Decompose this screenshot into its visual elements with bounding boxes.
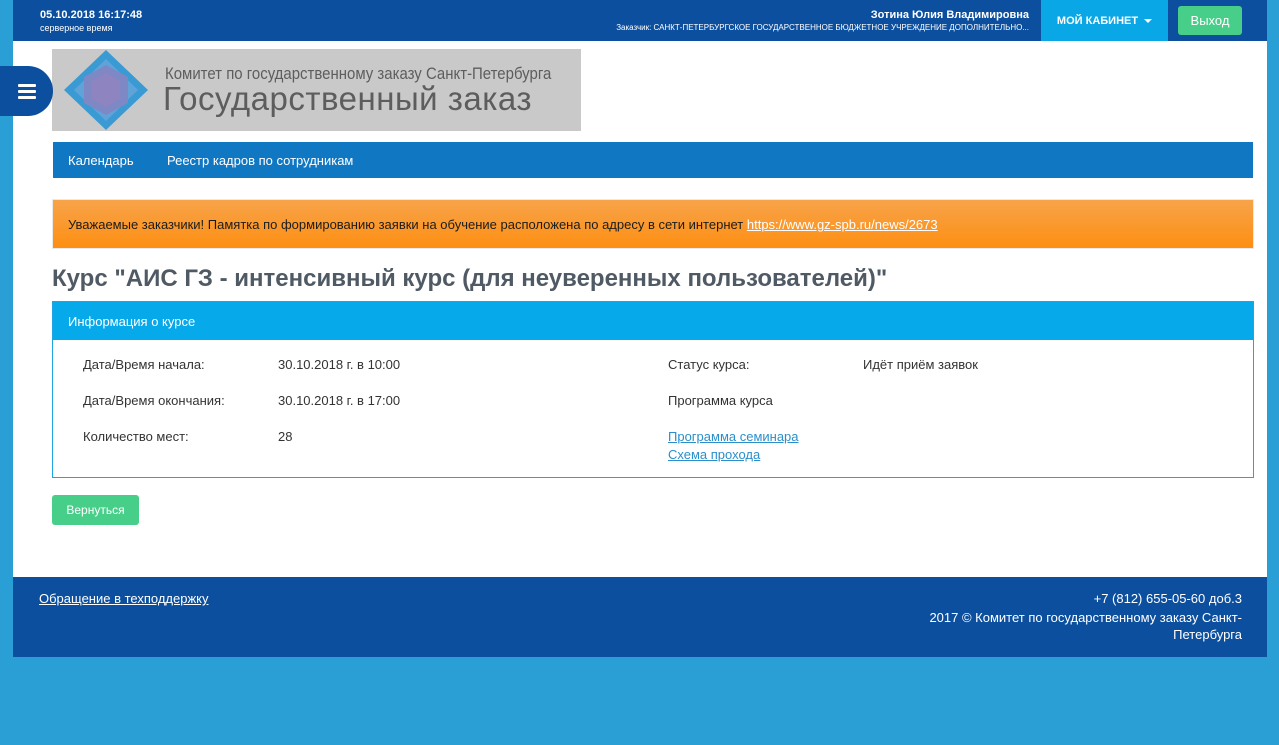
panel-heading-text: Информация о курсе <box>68 314 196 329</box>
alert-link[interactable]: https://www.gz-spb.ru/news/2673 <box>747 217 938 232</box>
status-value: Идёт приём заявок <box>863 357 978 372</box>
panel-heading: Информация о курсе <box>53 302 1253 340</box>
server-time-label: серверное время <box>40 23 113 33</box>
my-cabinet-label: МОЙ КАБИНЕТ <box>1056 14 1139 27</box>
page: 05.10.2018 16:17:48 серверное время Зоти… <box>13 0 1267 657</box>
server-datetime: 05.10.2018 16:17:48 <box>40 9 143 21</box>
customer-name: Заказчик: САНКТ-ПЕТЕРБУРГСКОЕ ГОСУДАРСТВ… <box>616 23 1029 32</box>
seminar-program-link[interactable]: Программа семинара <box>668 429 799 444</box>
start-label: Дата/Время начала: <box>83 357 205 372</box>
hexagon-logo-icon <box>64 50 148 130</box>
caret-down-icon <box>1144 18 1153 23</box>
notice-alert: Уважаемые заказчики! Памятка по формиров… <box>52 199 1254 249</box>
program-label: Программа курса <box>668 393 773 408</box>
hamburger-icon <box>17 81 36 102</box>
nav-item-staff-registry[interactable]: Реестр кадров по сотрудникам <box>167 153 353 168</box>
user-name: Зотина Юлия Владимировна <box>870 9 1029 21</box>
back-button[interactable]: Вернуться <box>52 495 139 525</box>
nav-item-calendar[interactable]: Календарь <box>68 153 134 168</box>
logo-line-2: Государственный заказ <box>163 80 533 117</box>
footer-copyright: 2017 © Комитет по государственному заказ… <box>929 610 1242 642</box>
seats-value: 28 <box>278 429 293 444</box>
alert-text: Уважаемые заказчики! Памятка по формиров… <box>68 217 747 232</box>
course-title: Курс "АИС ГЗ - интенсивный курс (для неу… <box>52 265 888 292</box>
route-scheme-link[interactable]: Схема прохода <box>668 447 760 462</box>
logout-button[interactable]: Выход <box>1178 6 1242 35</box>
footer: Обращение в техподдержку +7 (812) 655-05… <box>13 577 1267 657</box>
main-nav: Календарь Реестр кадров по сотрудникам <box>53 142 1253 178</box>
sidebar-toggle-button[interactable] <box>0 66 53 116</box>
alert-text-wrapper: Уважаемые заказчики! Памятка по формиров… <box>68 217 938 232</box>
seats-label: Количество мест: <box>83 429 189 444</box>
end-value: 30.10.2018 г. в 17:00 <box>278 393 401 408</box>
footer-phone: +7 (812) 655-05-60 доб.3 <box>1093 591 1242 606</box>
my-cabinet-button[interactable]: МОЙ КАБИНЕТ <box>1041 0 1168 41</box>
course-info-panel: Информация о курсе Дата/Время начала: 30… <box>52 301 1254 478</box>
end-label: Дата/Время окончания: <box>83 393 225 408</box>
top-bar: 05.10.2018 16:17:48 серверное время Зоти… <box>13 0 1267 41</box>
support-link[interactable]: Обращение в техподдержку <box>39 591 209 606</box>
site-logo[interactable]: Комитет по государственному заказу Санкт… <box>52 49 581 131</box>
status-label: Статус курса: <box>668 357 750 372</box>
start-value: 30.10.2018 г. в 10:00 <box>278 357 401 372</box>
